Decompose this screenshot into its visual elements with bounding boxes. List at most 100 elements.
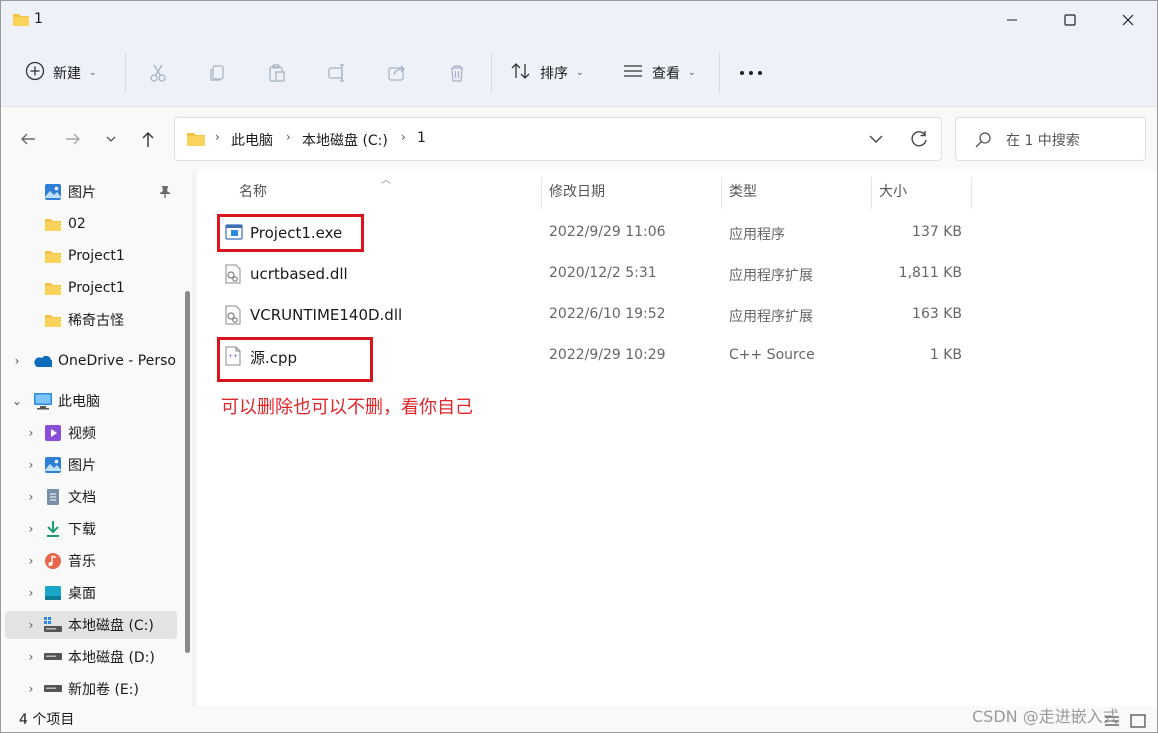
column-header-name[interactable]: 名称: [239, 181, 267, 201]
desktop-icon: [43, 583, 63, 603]
sidebar-item-project1[interactable]: Project1: [5, 242, 177, 270]
window-title: 1: [34, 11, 43, 27]
forward-button[interactable]: [58, 123, 88, 155]
table-row[interactable]: VCRUNTIME140D.dll 2022/6/10 19:52 应用程序扩展…: [197, 295, 1157, 335]
title-bar[interactable]: 1: [1, 1, 1157, 39]
file-size: 137 KB: [912, 224, 962, 240]
column-divider[interactable]: [971, 177, 972, 209]
watermark: CSDN @走进嵌入式: [972, 707, 1119, 726]
sidebar-scrollbar[interactable]: [185, 291, 190, 653]
cut-button[interactable]: [141, 57, 175, 89]
rename-button[interactable]: [320, 57, 354, 89]
sidebar-item-label: 本地磁盘 (D:): [68, 650, 155, 666]
up-button[interactable]: [133, 123, 163, 155]
paste-button[interactable]: [260, 57, 294, 89]
chevron-right-icon: ›: [28, 682, 34, 696]
file-type: 应用程序扩展: [729, 268, 813, 284]
plus-circle-icon: [25, 61, 45, 85]
new-button[interactable]: 新建 ⌄: [17, 55, 105, 91]
more-options-button[interactable]: [735, 57, 767, 89]
sidebar-item-documents[interactable]: › 文档: [5, 483, 177, 511]
folder-icon: [43, 278, 63, 298]
share-button[interactable]: [380, 57, 414, 89]
tiles-view-button[interactable]: [1127, 710, 1149, 732]
file-explorer-window: 1 新建 ⌄ 排序 ⌄ 查看 ⌄ › 此电脑 › 本地磁盘 (C:) › 1 在…: [0, 0, 1158, 733]
chevron-down-icon: [106, 136, 116, 142]
sidebar-item-folder-02[interactable]: 02: [5, 210, 177, 238]
copy-icon: [210, 65, 224, 81]
sidebar-item-label: 02: [68, 216, 86, 232]
chevron-down-icon: [869, 135, 883, 143]
folder-icon: [43, 310, 63, 330]
sidebar-item-downloads[interactable]: › 下载: [5, 515, 177, 543]
address-history-button[interactable]: [869, 132, 883, 148]
navigation-bar: › 此电脑 › 本地磁盘 (C:) › 1 在 1 中搜索: [1, 107, 1157, 171]
column-header-type[interactable]: 类型: [729, 181, 757, 201]
maximize-button[interactable]: [1041, 1, 1099, 39]
sidebar-item-project1[interactable]: Project1: [5, 274, 177, 302]
breadcrumb-separator: ›: [286, 130, 291, 144]
view-list-icon: [622, 61, 644, 85]
view-button[interactable]: 查看 ⌄: [622, 57, 696, 89]
file-modified: 2020/12/2 5:31: [549, 265, 657, 281]
search-input[interactable]: 在 1 中搜索: [955, 117, 1146, 161]
chevron-down-icon: ⌄: [89, 68, 97, 78]
sidebar-item-desktop[interactable]: › 桌面: [5, 579, 177, 607]
item-count: 4 个项目: [19, 712, 75, 728]
breadcrumb-separator: ›: [215, 130, 220, 144]
annotation-note: 可以删除也可以不删，看你自己: [221, 397, 473, 418]
recent-locations-button[interactable]: [96, 123, 126, 155]
column-divider[interactable]: [721, 177, 722, 209]
sidebar-item-this-pc[interactable]: ⌄ 此电脑: [5, 387, 177, 415]
close-button[interactable]: [1099, 1, 1157, 39]
minimize-button[interactable]: [983, 1, 1041, 39]
file-modified: 2022/9/29 10:29: [549, 347, 666, 363]
breadcrumb-folder-1[interactable]: 1: [417, 130, 426, 146]
table-row[interactable]: ucrtbased.dll 2020/12/2 5:31 应用程序扩展 1,81…: [197, 254, 1157, 294]
sidebar-item-label: 音乐: [68, 554, 96, 570]
downloads-icon: [43, 519, 63, 539]
toolbar-divider: [125, 53, 126, 93]
sort-icon: [510, 61, 532, 85]
file-name: ucrtbased.dll: [250, 265, 348, 283]
sidebar-item-label: 图片: [68, 458, 96, 474]
sort-button[interactable]: 排序 ⌄: [510, 57, 584, 89]
column-header-modified[interactable]: 修改日期: [549, 181, 605, 201]
column-header-size[interactable]: 大小: [879, 181, 907, 201]
sidebar-item-drive-d[interactable]: › 本地磁盘 (D:): [5, 643, 177, 671]
videos-icon: [43, 423, 63, 443]
chevron-right-icon: ›: [28, 586, 34, 600]
folder-icon: [43, 214, 63, 234]
column-divider[interactable]: [871, 177, 872, 209]
sidebar-item-onedrive[interactable]: › OneDrive - Perso: [5, 347, 181, 375]
sidebar-item-music[interactable]: › 音乐: [5, 547, 177, 575]
sidebar-item-drive-c[interactable]: › 本地磁盘 (C:): [5, 611, 177, 639]
sidebar-item-label: 下载: [68, 522, 96, 538]
sidebar-item-pictures-pinned[interactable]: 图片: [5, 178, 177, 206]
clipboard-icon: [269, 64, 285, 82]
refresh-button[interactable]: [909, 129, 929, 153]
back-button[interactable]: [13, 123, 43, 155]
folder-icon: [186, 131, 206, 151]
view-label: 查看: [652, 66, 680, 82]
sidebar-item-curiosities[interactable]: 稀奇古怪: [5, 306, 177, 334]
breadcrumb-this-pc[interactable]: 此电脑: [231, 130, 273, 150]
copy-button[interactable]: [200, 57, 234, 89]
sidebar-item-drive-e[interactable]: › 新加卷 (E:): [5, 675, 177, 703]
scissors-icon: [150, 64, 166, 82]
file-type: 应用程序扩展: [729, 309, 813, 325]
delete-button[interactable]: [440, 57, 474, 89]
file-type: C++ Source: [729, 347, 815, 363]
sidebar-item-label: OneDrive - Perso: [58, 353, 176, 369]
tiles-view-icon: [1130, 714, 1146, 728]
chevron-right-icon: ›: [28, 458, 34, 472]
sidebar-item-videos[interactable]: › 视频: [5, 419, 177, 447]
breadcrumb-drive-c[interactable]: 本地磁盘 (C:): [302, 130, 388, 150]
column-divider[interactable]: [541, 177, 542, 209]
address-bar[interactable]: › 此电脑 › 本地磁盘 (C:) › 1: [174, 117, 942, 161]
drive-icon: [43, 647, 63, 667]
highlight-box: [217, 214, 364, 252]
sidebar-item-pictures[interactable]: › 图片: [5, 451, 177, 479]
pictures-icon: [43, 455, 63, 475]
sidebar-item-label: 此电脑: [58, 394, 100, 410]
